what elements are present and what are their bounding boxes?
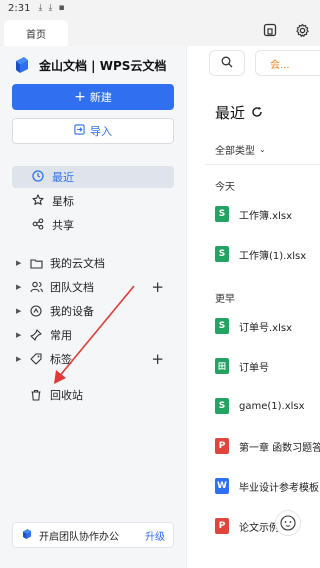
team-cube-icon [21,528,33,543]
filter-label: 全部类型 [215,146,255,157]
download-icon: ⤓ [48,3,53,13]
clock-icon [32,169,44,185]
app-logo-icon [13,56,31,74]
annotation-arrow [54,285,135,384]
type-filter-dropdown[interactable]: 全部类型 ⌄ [215,142,266,157]
form-table-icon: 田 [215,358,229,374]
status-time: 2:31 [8,2,31,14]
search-icon [221,56,233,71]
tab-strip: 首页 [0,16,320,46]
divider [205,164,320,165]
caret-right-icon[interactable]: ▶ [16,307,28,315]
caret-right-icon[interactable]: ▶ [16,283,28,291]
window-switch-icon[interactable] [262,22,278,38]
tab-home[interactable]: 首页 [4,20,68,46]
file-item[interactable]: W 毕业设计参考模板 [215,476,320,496]
refresh-icon[interactable] [251,104,263,122]
download-icon: ⤓ [38,3,43,13]
star-icon [32,193,44,209]
promo-text: 开启团队协作办公 [39,531,119,543]
add-team-button[interactable]: + [151,279,164,295]
nav-item-label: 最近 [52,171,74,184]
file-item[interactable]: S 工作簿.xlsx [215,204,320,224]
spreadsheet-icon: S [215,398,229,414]
tab-home-label: 首页 [26,29,46,41]
file-name: 论文示例 [239,522,279,534]
folder-icon [28,256,44,270]
file-name: 毕业设计参考模板 [239,482,319,494]
file-name: game(1).xlsx [239,400,305,412]
file-item[interactable]: S game(1).xlsx [215,396,320,416]
file-item[interactable]: P 论文示例 [215,516,320,536]
file-name: 工作簿.xlsx [239,210,293,222]
spreadsheet-icon: S [215,318,229,334]
add-tag-button[interactable]: + [151,351,164,367]
pdf-icon: P [215,438,229,454]
trash-icon [28,388,44,402]
pdf-icon: P [215,518,229,534]
caret-right-icon[interactable]: ▶ [16,331,28,339]
nav-item-shared[interactable]: 共享 [12,214,174,236]
nav-item-recent[interactable]: 最近 [12,166,174,188]
word-doc-icon: W [215,478,229,494]
import-icon [74,124,85,138]
member-button[interactable]: 会... [255,50,320,76]
file-name: 订单号 [239,362,269,374]
brand-name: 金山文档 | WPS云文档 [39,58,167,73]
gear-icon[interactable] [294,22,310,38]
new-button-label: 新建 [89,91,112,104]
file-name: 工作簿(1).xlsx [239,250,307,262]
member-button-label: 会... [270,59,290,71]
notification-icon: ▪ [58,3,65,13]
share-icon [32,217,44,233]
upgrade-link[interactable]: 升级 [145,528,165,543]
file-item[interactable]: 田 订单号 [215,356,320,376]
file-item[interactable]: S 工作簿(1).xlsx [215,244,320,264]
nav-item-label: 星标 [52,195,74,208]
plus-icon: + [74,89,86,105]
import-button[interactable]: 导入 [12,118,174,144]
page-title: 最近 [215,104,246,122]
import-button-label: 导入 [90,125,112,138]
caret-right-icon[interactable]: ▶ [16,259,28,267]
main-content: 会... 最近 全部类型 ⌄ 今天 S 工作簿.xlsx S 工作簿(1).xl… [186,46,320,568]
group-label-today: 今天 [215,182,235,193]
chevron-down-icon: ⌄ [259,145,266,154]
search-button[interactable] [209,50,245,76]
group-label-earlier: 更早 [215,294,235,305]
file-item[interactable]: P 第一章 函数习题答案 [215,436,320,456]
tree-item-label: 回收站 [50,389,83,402]
brand: 金山文档 | WPS云文档 [13,56,166,74]
file-name: 第一章 函数习题答案 [239,442,320,454]
nav-item-starred[interactable]: 星标 [12,190,174,212]
tree-item-my-cloud-docs[interactable]: ▶ 我的云文档 [16,252,176,274]
status-bar: 2:31 ⤓ ⤓ ▪ [0,0,320,568]
assistant-icon[interactable] [275,510,301,536]
file-item[interactable]: S 订单号.xlsx [215,316,320,336]
new-button[interactable]: + 新建 [12,84,174,110]
tree-item-label: 我的云文档 [50,257,105,270]
recent-section-title: 最近 [215,102,263,123]
caret-right-icon[interactable]: ▶ [16,355,28,363]
file-name: 订单号.xlsx [239,322,293,334]
spreadsheet-icon: S [215,206,229,222]
nav-item-label: 共享 [52,219,74,232]
team-promo-banner[interactable]: 开启团队协作办公 升级 [12,522,174,548]
spreadsheet-icon: S [215,246,229,262]
